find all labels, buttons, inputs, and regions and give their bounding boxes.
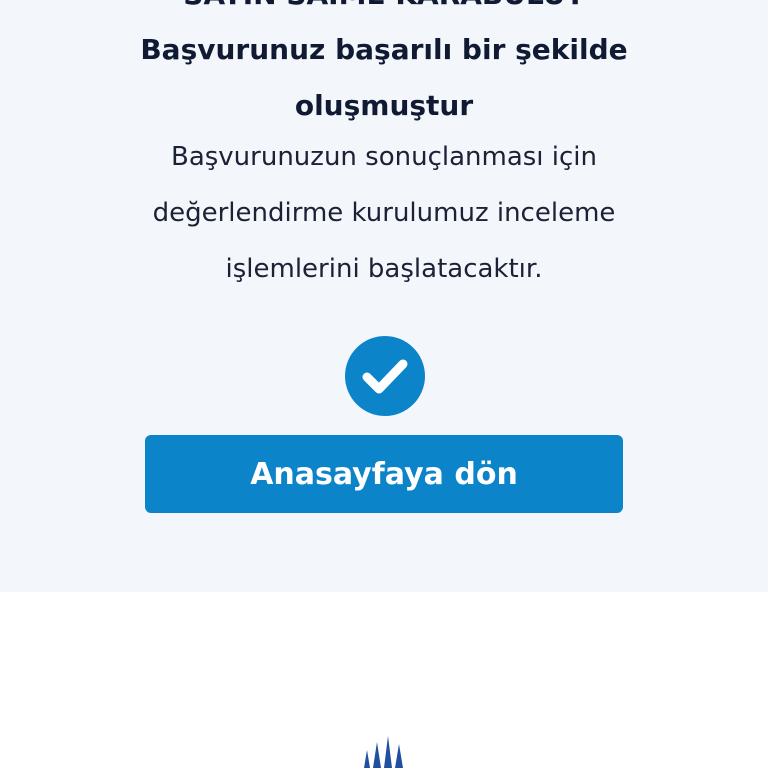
brand-logo — [364, 736, 403, 768]
greeting-title: SAYIN SAIME KARABULUT — [0, 0, 768, 11]
success-message: Başvurunuzun sonuçlanması için değerlend… — [0, 129, 768, 297]
message-line-2: değerlendirme kurulumuz inceleme — [152, 198, 616, 228]
headline-line-1: Başvurunuz başarılı bir şekilde — [140, 33, 628, 66]
success-headline: Başvurunuz başarılı bir şekilde oluşmuşt… — [0, 22, 768, 134]
home-button[interactable]: Anasayfaya dön — [145, 435, 623, 513]
message-line-3: işlemlerini başlatacaktır. — [225, 254, 543, 284]
message-line-1: Başvurunuzun sonuçlanması için — [170, 142, 598, 172]
headline-line-2: oluşmuştur — [294, 89, 474, 122]
check-circle-icon — [345, 336, 425, 416]
success-card: SAYIN SAIME KARABULUT Başvurunuz başarıl… — [0, 0, 768, 592]
